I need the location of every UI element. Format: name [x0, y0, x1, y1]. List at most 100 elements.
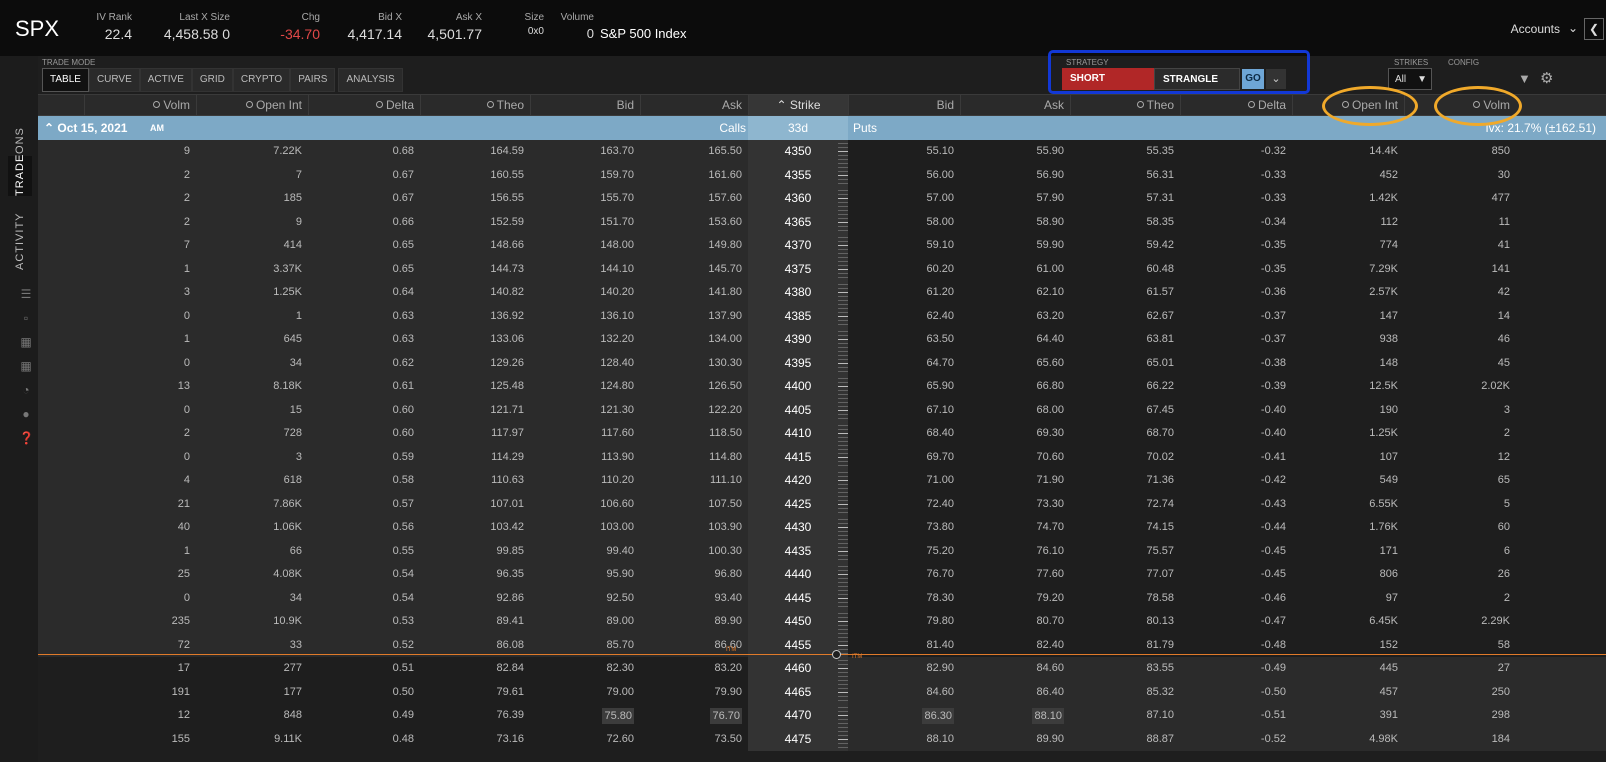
call-ask-cell[interactable]: 141.80 — [708, 281, 742, 305]
call-theo-cell[interactable]: 107.01 — [490, 493, 524, 517]
put-open-int-cell[interactable]: 112 — [1380, 211, 1398, 235]
call-delta-cell[interactable]: 0.60 — [393, 422, 414, 446]
call-ask-cell[interactable]: 153.60 — [708, 211, 742, 235]
table-row[interactable]: 2 7 0.67 160.55 159.70 161.60 4355 56.00 56.90 56… — [38, 163, 1606, 188]
put-theo-cell[interactable]: 63.81 — [1146, 328, 1174, 352]
put-ask-cell[interactable]: 74.70 — [1036, 516, 1064, 540]
call-volm-cell[interactable]: 0 — [184, 446, 190, 470]
table-row[interactable]: 1 3.37K 0.65 144.73 144.10 145.70 4375 60.20 61.… — [38, 257, 1606, 282]
call-theo-cell[interactable]: 164.59 — [490, 140, 524, 164]
call-ask-cell[interactable]: 126.50 — [708, 375, 742, 399]
mode-grid[interactable]: GRID — [191, 68, 233, 92]
table-row[interactable]: 7 414 0.65 148.66 148.00 149.80 4370 59.10 59.90… — [38, 234, 1606, 258]
call-theo-cell[interactable]: 129.26 — [490, 352, 524, 376]
call-open-int-cell[interactable]: 4.08K — [273, 563, 302, 587]
speedometer-icon[interactable]: ◔ — [19, 384, 33, 396]
mode-crypto[interactable]: CRYPTO — [232, 68, 291, 92]
call-ask-cell[interactable]: 79.90 — [714, 681, 742, 705]
put-open-int-cell[interactable]: 147 — [1380, 305, 1398, 329]
call-volm-cell[interactable]: 40 — [178, 516, 190, 540]
price-marker-icon[interactable] — [832, 650, 841, 659]
put-delta-cell[interactable]: -0.33 — [1261, 187, 1286, 211]
put-volm-cell[interactable]: 41 — [1498, 234, 1510, 258]
call-open-int-cell[interactable]: 277 — [284, 657, 302, 681]
put-volm-cell[interactable]: 298 — [1492, 704, 1510, 728]
col-call-ask[interactable]: Ask — [640, 95, 748, 115]
table-row[interactable]: 4 618 0.58 110.63 110.20 111.10 4420 71.00 71.90… — [38, 469, 1606, 493]
call-theo-cell[interactable]: 73.16 — [496, 728, 524, 752]
put-bid-cell[interactable]: 57.00 — [926, 187, 954, 211]
put-theo-cell[interactable]: 75.57 — [1146, 540, 1174, 564]
put-volm-cell[interactable]: 2 — [1504, 422, 1510, 446]
call-delta-cell[interactable]: 0.58 — [393, 469, 414, 493]
put-open-int-cell[interactable]: 12.5K — [1369, 375, 1398, 399]
call-volm-cell[interactable]: 4 — [184, 469, 190, 493]
col-call-volm[interactable]: Volm — [84, 95, 196, 115]
call-delta-cell[interactable]: 0.54 — [393, 587, 414, 611]
call-delta-cell[interactable]: 0.64 — [393, 281, 414, 305]
call-delta-cell[interactable]: 0.67 — [393, 187, 414, 211]
call-volm-cell[interactable]: 155 — [172, 728, 190, 752]
put-theo-cell[interactable]: 70.02 — [1146, 446, 1174, 470]
call-open-int-cell[interactable]: 1.06K — [273, 516, 302, 540]
put-theo-cell[interactable]: 80.13 — [1146, 610, 1174, 634]
put-delta-cell[interactable]: -0.34 — [1261, 211, 1286, 235]
put-open-int-cell[interactable]: 1.42K — [1369, 187, 1398, 211]
table-row[interactable]: 0 1 0.63 136.92 136.10 137.90 4385 62.40 63.20 62… — [38, 304, 1606, 329]
put-theo-cell[interactable]: 88.87 — [1146, 728, 1174, 752]
strikes-select[interactable]: All ▼ — [1388, 68, 1432, 90]
put-ask-cell[interactable]: 84.60 — [1036, 657, 1064, 681]
put-open-int-cell[interactable]: 391 — [1380, 704, 1398, 728]
put-volm-cell[interactable]: 3 — [1504, 399, 1510, 423]
call-theo-cell[interactable]: 148.66 — [490, 234, 524, 258]
mode-active[interactable]: ACTIVE — [139, 68, 192, 92]
put-volm-cell[interactable]: 42 — [1498, 281, 1510, 305]
go-button[interactable]: GO — [1242, 69, 1264, 89]
call-theo-cell[interactable]: 144.73 — [490, 258, 524, 282]
put-volm-cell[interactable]: 141 — [1492, 258, 1510, 282]
put-theo-cell[interactable]: 55.35 — [1146, 140, 1174, 164]
call-ask-cell[interactable]: 165.50 — [708, 140, 742, 164]
mode-curve[interactable]: CURVE — [88, 68, 140, 92]
call-volm-cell[interactable]: 12 — [178, 704, 190, 728]
put-bid-cell[interactable]: 88.10 — [926, 728, 954, 752]
help-icon[interactable]: ❓ — [19, 432, 34, 444]
table-row[interactable]: 1 66 0.55 99.85 99.40 100.30 4435 75.20 76.10 75.… — [38, 539, 1606, 564]
put-ask-cell[interactable]: 68.00 — [1036, 399, 1064, 423]
call-open-int-cell[interactable]: 3.37K — [273, 258, 302, 282]
put-volm-cell[interactable]: 45 — [1498, 352, 1510, 376]
put-volm-cell[interactable]: 2.02K — [1481, 375, 1510, 399]
put-open-int-cell[interactable]: 457 — [1380, 681, 1398, 705]
mode-pairs[interactable]: PAIRS — [290, 68, 336, 92]
call-open-int-cell[interactable]: 177 — [284, 681, 302, 705]
put-open-int-cell[interactable]: 148 — [1380, 352, 1398, 376]
put-delta-cell[interactable]: -0.46 — [1261, 587, 1286, 611]
call-ask-cell[interactable]: 122.20 — [708, 399, 742, 423]
call-bid-cell[interactable]: 136.10 — [600, 305, 634, 329]
call-theo-cell[interactable]: 156.55 — [490, 187, 524, 211]
call-theo-cell[interactable]: 133.06 — [490, 328, 524, 352]
table-row[interactable]: 3 1.25K 0.64 140.82 140.20 141.80 4380 61.20 62.… — [38, 281, 1606, 305]
put-ask-cell[interactable]: 79.20 — [1036, 587, 1064, 611]
put-volm-cell[interactable]: 46 — [1498, 328, 1510, 352]
call-bid-cell[interactable]: 159.70 — [600, 164, 634, 188]
call-bid-cell[interactable]: 144.10 — [600, 258, 634, 282]
put-delta-cell[interactable]: -0.44 — [1261, 516, 1286, 540]
expiration-date[interactable]: ⌃ Oct 15, 2021 — [44, 116, 127, 140]
put-bid-cell[interactable]: 73.80 — [926, 516, 954, 540]
put-delta-cell[interactable]: -0.45 — [1261, 563, 1286, 587]
put-theo-cell[interactable]: 68.70 — [1146, 422, 1174, 446]
put-theo-cell[interactable]: 78.58 — [1146, 587, 1174, 611]
call-open-int-cell[interactable]: 618 — [284, 469, 302, 493]
strategy-side-short[interactable]: SHORT — [1062, 68, 1154, 90]
put-open-int-cell[interactable]: 452 — [1380, 164, 1398, 188]
put-theo-cell[interactable]: 56.31 — [1146, 164, 1174, 188]
call-ask-cell[interactable]: 93.40 — [714, 587, 742, 611]
call-theo-cell[interactable]: 136.92 — [490, 305, 524, 329]
call-open-int-cell[interactable]: 3 — [296, 446, 302, 470]
put-volm-cell[interactable]: 27 — [1498, 657, 1510, 681]
put-ask-cell[interactable]: 69.30 — [1036, 422, 1064, 446]
put-bid-cell[interactable]: 71.00 — [926, 469, 954, 493]
put-ask-cell[interactable]: 70.60 — [1036, 446, 1064, 470]
call-bid-cell[interactable]: 92.50 — [606, 587, 634, 611]
